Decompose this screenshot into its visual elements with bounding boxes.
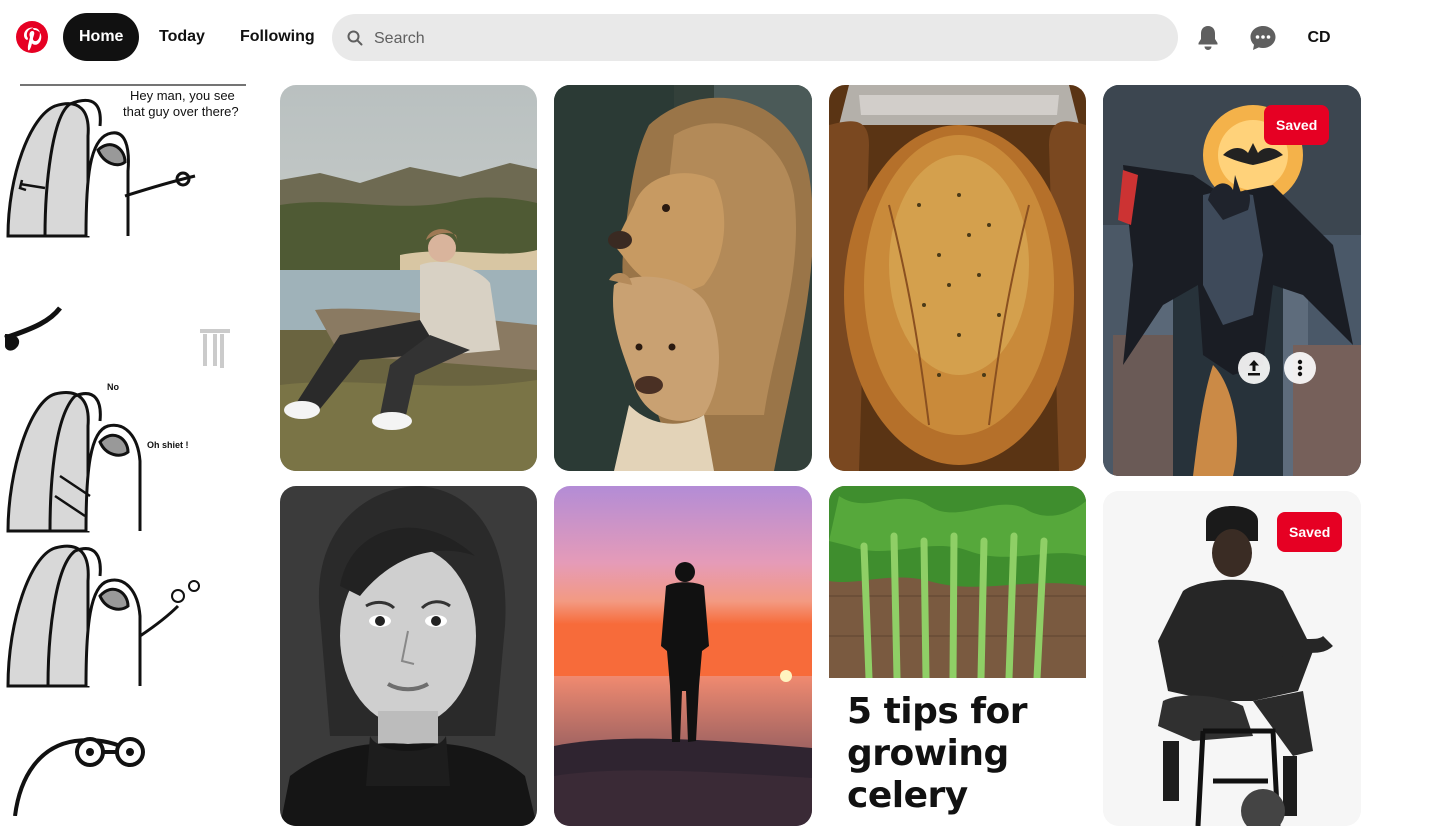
pin-saved-badge[interactable]: Saved <box>1277 512 1343 552</box>
comic-speech-reply1: No <box>107 382 119 392</box>
nav-today-tab[interactable]: Today <box>143 13 221 61</box>
pin-image-celery <box>829 486 1086 678</box>
nav-following-tab[interactable]: Following <box>224 13 331 61</box>
pin-woman-portrait[interactable] <box>280 486 537 826</box>
more-options-icon <box>1297 359 1303 377</box>
comic-speech-line1: Hey man, you see <box>130 88 235 103</box>
pin-man-on-stool[interactable]: Saved <box>1103 491 1361 826</box>
pin-image-woman-portrait <box>280 486 537 826</box>
pin-celery-title-line: 5 tips for <box>847 691 1028 732</box>
messages-icon[interactable] <box>1247 22 1279 54</box>
pin-celery-tips[interactable]: 5 tips for growing celery <box>829 486 1086 826</box>
search-icon <box>347 30 363 46</box>
pinterest-logo-icon[interactable] <box>16 21 48 53</box>
pin-celery-title-line: growing <box>847 733 1009 774</box>
comic-speech-reply2: Oh shiet ! <box>147 440 189 450</box>
user-avatar[interactable]: CD <box>1299 22 1339 54</box>
comic-pin[interactable]: Hey man, you see that guy over there? No… <box>0 76 265 816</box>
comic-speech-line2: that guy over there? <box>123 104 239 119</box>
top-navigation-bar: Home Today Following CD <box>0 0 1451 76</box>
pin-image-roast-turkey <box>829 85 1086 471</box>
nav-home-tab[interactable]: Home <box>63 13 140 61</box>
comic-illustration <box>4 84 246 816</box>
pin-image-man-by-lake <box>280 85 537 471</box>
pin-celery-title-line: celery <box>847 775 968 816</box>
pin-more-options-button[interactable] <box>1284 352 1316 384</box>
pin-image-sunset-silhouette <box>554 486 812 826</box>
pin-man-by-lake[interactable] <box>280 85 537 471</box>
pin-celery-title: 5 tips for growing celery <box>847 691 1028 817</box>
pin-sunset-silhouette[interactable] <box>554 486 812 826</box>
pin-image-lion-and-lioness <box>554 85 812 471</box>
pin-batman[interactable]: Saved <box>1103 85 1361 476</box>
search-bar[interactable] <box>332 14 1178 63</box>
pin-lion-and-lioness[interactable] <box>554 85 812 471</box>
share-upload-icon <box>1248 360 1260 376</box>
pin-saved-badge[interactable]: Saved <box>1264 105 1330 145</box>
search-input[interactable] <box>372 14 1166 63</box>
pin-share-button[interactable] <box>1238 352 1270 384</box>
notifications-bell-icon[interactable] <box>1192 22 1224 54</box>
pin-roast-turkey[interactable] <box>829 85 1086 471</box>
